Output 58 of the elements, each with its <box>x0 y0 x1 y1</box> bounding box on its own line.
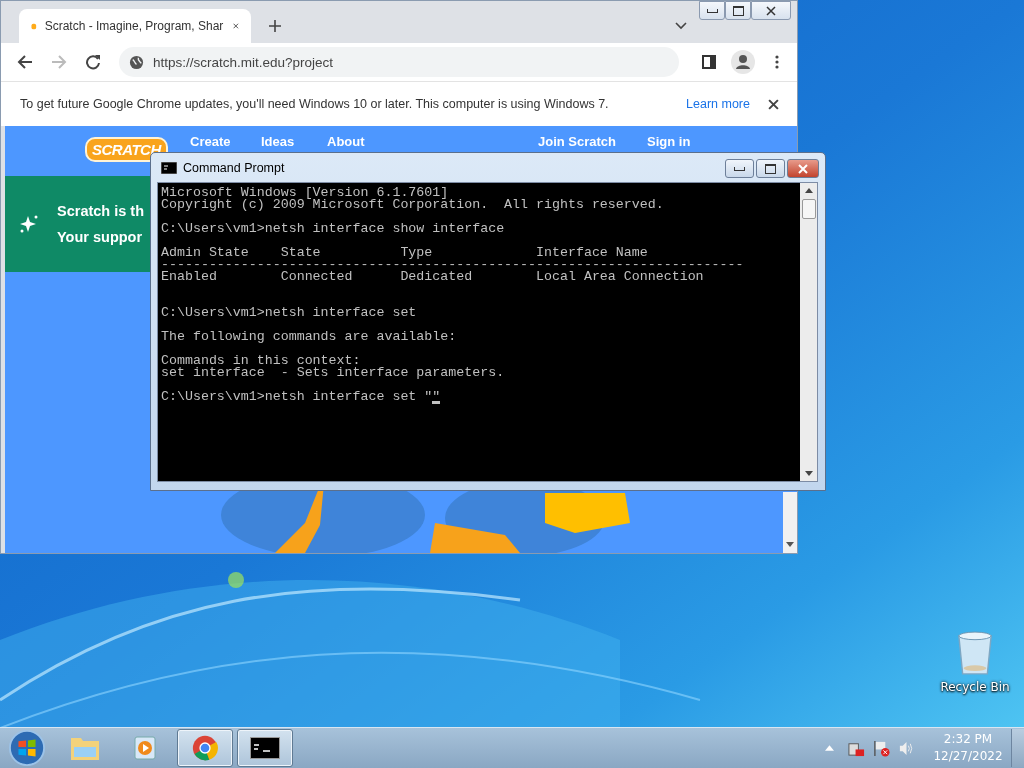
side-panel-icon[interactable] <box>701 54 717 70</box>
nav-link[interactable]: Ideas <box>261 134 295 149</box>
chevron-icon[interactable] <box>675 22 687 30</box>
console-line: Copyright (c) 2009 Microsoft Corporation. All rights reserved. <box>161 199 664 211</box>
banner-text: Scratch is th <box>57 203 145 219</box>
console-line: ------------------------------------------------------------------------- <box>161 259 744 271</box>
minimize-button[interactable] <box>725 159 754 178</box>
nav-link[interactable]: About <box>327 134 365 149</box>
console-line: set interface - Sets interface parameters. <box>161 367 505 379</box>
close-icon[interactable] <box>768 98 779 110</box>
browser-icon <box>190 735 220 761</box>
console-line: C:\Users\vm1>netsh interface set <box>161 307 417 319</box>
learn-more-link[interactable]: Learn more <box>686 97 750 111</box>
start-button[interactable] <box>8 729 46 767</box>
maximize-button[interactable] <box>725 1 751 20</box>
close-button[interactable] <box>751 1 791 20</box>
flag-icon[interactable] <box>873 739 890 757</box>
address-bar[interactable]: https://scratch.mit.edu?project <box>119 47 679 77</box>
taskbar-button[interactable] <box>237 729 293 767</box>
console-line: C:\Users\vm1>netsh interface set "" <box>161 391 441 403</box>
minimize-button[interactable] <box>699 1 725 20</box>
reload-icon[interactable] <box>85 54 101 70</box>
scroll-up-icon[interactable] <box>804 188 813 193</box>
scratch-logo[interactable]: SCRATCH <box>85 137 168 162</box>
globe-icon <box>129 54 144 70</box>
scroll-down-icon[interactable] <box>804 471 813 476</box>
close-icon[interactable] <box>233 21 239 31</box>
scroll-down-icon[interactable] <box>786 542 794 547</box>
window-title: Command Prompt <box>183 160 285 175</box>
new-tab-icon[interactable] <box>269 20 281 32</box>
update-message: To get future Google Chrome updates, you'll need Windows 10 or later. This computer is using Windows 7. <box>20 97 610 111</box>
browser-tab[interactable]: Scratch - Imagine, Program, Shar <box>19 9 251 43</box>
banner-text: Your suppor <box>57 229 144 245</box>
console-icon <box>161 161 177 174</box>
clock[interactable]: 2:32 PM 12/27/2022 <box>933 731 1003 765</box>
nav-link[interactable]: Join Scratch <box>538 134 617 149</box>
sparkle-icon <box>19 214 39 234</box>
nav-link[interactable]: Create <box>190 134 231 149</box>
back-icon[interactable] <box>17 54 33 70</box>
icon-label: Recycle Bin <box>940 680 1010 694</box>
console-line: Enabled Connected Dedicated Local Area Connection <box>161 271 704 283</box>
console-line: Microsoft Windows [Version 6.1.7601] <box>161 187 449 199</box>
scroll-thumb[interactable] <box>801 199 816 219</box>
folder-icon <box>70 735 100 761</box>
console-line: Admin State State Type Interface Name <box>161 247 648 259</box>
text-cursor <box>432 401 441 404</box>
scrollbar[interactable] <box>783 492 797 553</box>
console-line: The following commands are available: <box>161 331 457 343</box>
close-button[interactable] <box>787 159 819 178</box>
maximize-button[interactable] <box>756 159 785 178</box>
console-line: C:\Users\vm1>netsh interface show interface <box>161 223 505 235</box>
close-icon <box>766 5 776 16</box>
close-icon <box>798 163 808 174</box>
profile-icon[interactable] <box>731 50 755 74</box>
scrollbar[interactable] <box>800 183 817 481</box>
console-line: Commands in this context: <box>161 355 361 367</box>
console-icon <box>250 735 280 761</box>
nav-link[interactable]: Sign in <box>647 134 691 149</box>
